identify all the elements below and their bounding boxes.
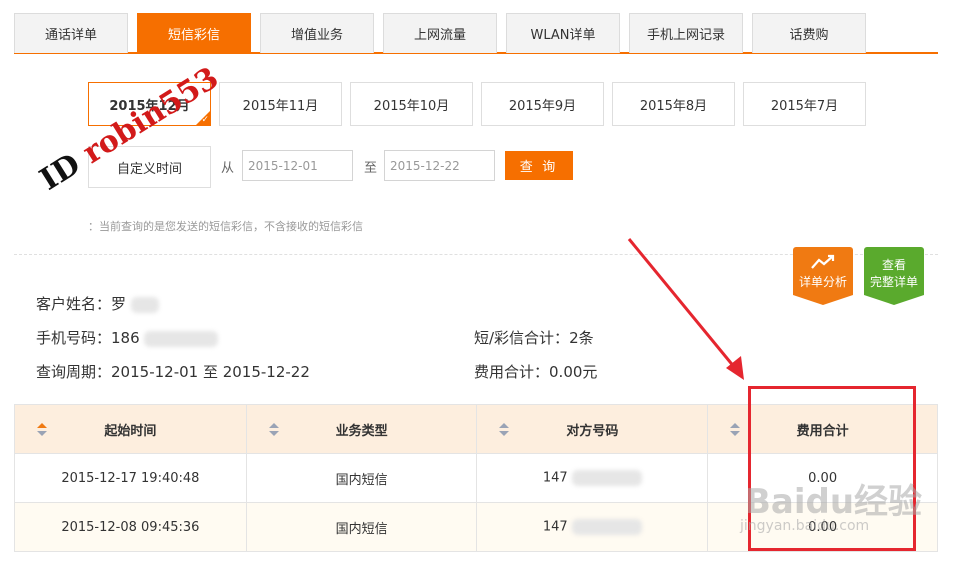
baidu-watermark-url: jingyan.baidu.com xyxy=(740,518,870,534)
baidu-watermark: Baidu经验 xyxy=(745,482,923,522)
